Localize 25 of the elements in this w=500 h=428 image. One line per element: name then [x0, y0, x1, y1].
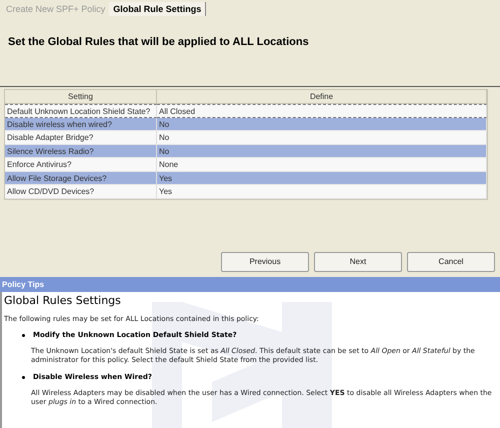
table-cell[interactable]: Yes	[157, 185, 487, 198]
wizard-button[interactable]: Previous	[221, 252, 309, 272]
table-cell[interactable]: No	[157, 118, 487, 131]
table-cell[interactable]: Yes	[157, 172, 487, 185]
tips-title: Global Rules Settings	[4, 292, 122, 308]
tips-header: Policy Tips	[0, 276, 500, 292]
table-cell[interactable]: All Closed	[157, 104, 487, 118]
table-cell[interactable]: None	[157, 158, 487, 172]
table-cell[interactable]: No	[157, 131, 487, 144]
table-cell[interactable]: Default Unknown Location Shield State?	[5, 104, 157, 118]
table-cell[interactable]: Enforce Antivirus?	[5, 158, 157, 172]
bullet-icon	[22, 334, 25, 336]
wizard-button[interactable]: Cancel	[407, 252, 495, 272]
table-cell[interactable]: No	[157, 144, 487, 158]
column-header: Define	[157, 90, 487, 104]
wizard-button[interactable]: Next	[314, 252, 402, 272]
tab[interactable]: Global Rule Settings	[109, 2, 206, 16]
table-cell[interactable]: Disable Adapter Bridge?	[5, 131, 157, 144]
bullet-icon	[22, 376, 25, 378]
table-cell[interactable]: Silence Wireless Radio?	[5, 144, 157, 158]
table-cell[interactable]: Disable wireless when wired?	[5, 118, 157, 131]
column-header: Setting	[5, 90, 157, 104]
table-cell[interactable]: Allow File Storage Devices?	[5, 172, 157, 185]
page-heading: Set the Global Rules that will be applied to ALL Locations	[7, 35, 310, 50]
table-cell[interactable]: Allow CD/DVD Devices?	[5, 185, 157, 198]
